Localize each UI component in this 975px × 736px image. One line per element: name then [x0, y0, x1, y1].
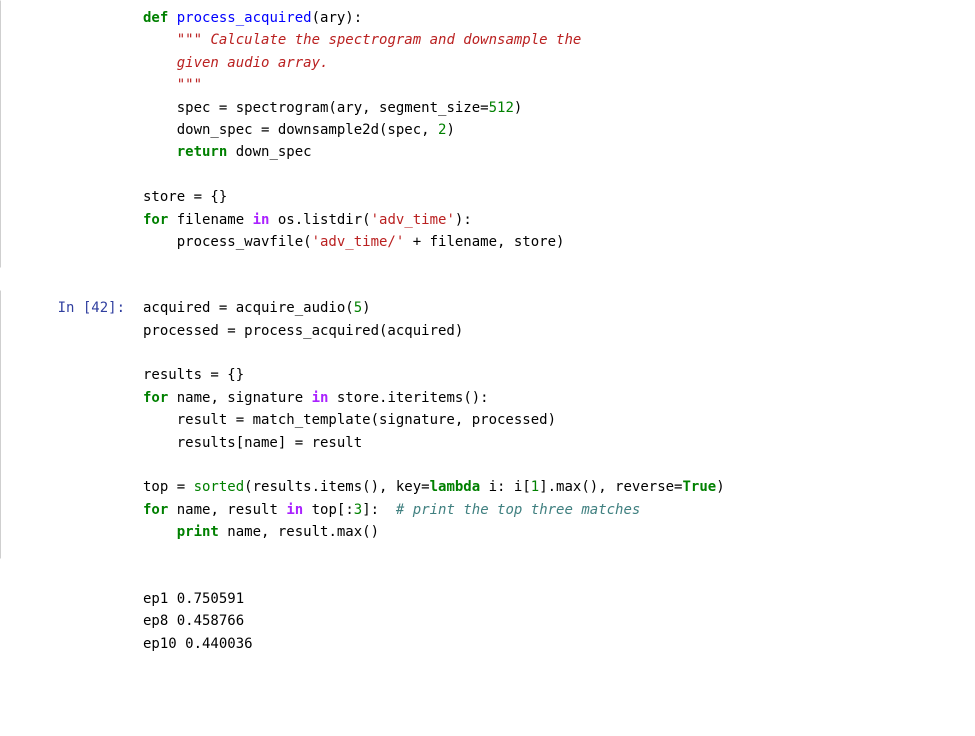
for-rest2: store.iteritems(): — [328, 390, 488, 406]
func-params: (ary): — [312, 10, 363, 26]
keyword-in: in — [312, 390, 329, 406]
store-line: store = {} — [143, 189, 227, 205]
output-text: ep1 0.750591 ep8 0.458766 ep10 0.440036 — [143, 566, 964, 656]
docstring-line2: given audio array. — [177, 55, 329, 71]
keyword-for: for — [143, 390, 168, 406]
keyword-for2: for — [143, 502, 168, 518]
body2: results[name] = result — [143, 435, 362, 451]
close-paren: ) — [514, 100, 522, 116]
string-advtime: 'adv_time' — [371, 212, 455, 228]
keyword-in2: in — [286, 502, 303, 518]
print-rest: name, result.max() — [219, 524, 379, 540]
code-body-2[interactable]: acquired = acquire_audio(5) processed = … — [133, 291, 974, 557]
call-prefix: process_wavfile( — [143, 234, 312, 250]
num-1: 1 — [531, 479, 539, 495]
keyword-return: return — [177, 144, 228, 160]
close-paren2: ) — [446, 122, 454, 138]
keyword-def: def — [143, 10, 168, 26]
builtin-sorted: sorted — [194, 479, 245, 495]
code-content-2[interactable]: acquired = acquire_audio(5) processed = … — [143, 297, 964, 543]
docstring-line1: Calculate the spectrogram and downsample… — [210, 32, 581, 48]
docstring-close: """ — [177, 77, 202, 93]
num-3: 3 — [354, 502, 362, 518]
notebook: def process_acquired(ary): """ Calculate… — [0, 0, 975, 670]
prompt-text: In [42]: — [58, 300, 125, 316]
num-5: 5 — [354, 300, 362, 316]
output-body-2: ep1 0.750591 ep8 0.458766 ep10 0.440036 — [133, 560, 974, 670]
docstring-open: """ — [177, 32, 211, 48]
input-prompt-1 — [1, 1, 133, 267]
input-prompt-2: In [42]: — [1, 291, 133, 557]
func-name: process_acquired — [177, 10, 312, 26]
keyword-print: print — [177, 524, 219, 540]
call-rest: + filename, store) — [404, 234, 564, 250]
line-down: down_spec = downsample2d(spec, — [177, 122, 438, 138]
return-val: down_spec — [227, 144, 311, 160]
output-prompt-2 — [1, 560, 133, 670]
results-line: results = {} — [143, 367, 244, 383]
for2-rest2: top[: — [303, 502, 354, 518]
for2-rest3: ]: — [362, 502, 396, 518]
keyword-lambda: lambda — [430, 479, 481, 495]
acq-line: acquired = acquire_audio( — [143, 300, 354, 316]
lambda-rest: ].max(), reverse= — [539, 479, 682, 495]
code-content-1[interactable]: def process_acquired(ary): """ Calculate… — [143, 7, 964, 253]
for-rest1: name, signature — [168, 390, 311, 406]
close-paren: ) — [362, 300, 370, 316]
proc-line: processed = process_acquired(acquired) — [143, 323, 463, 339]
comment-top3: # print the top three matches — [396, 502, 640, 518]
body1: result = match_template(signature, proce… — [143, 412, 556, 428]
code-cell-2[interactable]: In [42]: acquired = acquire_audio(5) pro… — [0, 290, 975, 558]
top-assign: top = — [143, 479, 194, 495]
close-paren2: ) — [716, 479, 724, 495]
keyword-true: True — [682, 479, 716, 495]
for-rest1: filename — [168, 212, 252, 228]
for-rest2: os.listdir( — [269, 212, 370, 228]
code-body-1[interactable]: def process_acquired(ary): """ Calculate… — [133, 1, 974, 267]
keyword-for: for — [143, 212, 168, 228]
keyword-in: in — [253, 212, 270, 228]
for2-rest1: name, result — [168, 502, 286, 518]
string-advtime2: 'adv_time/' — [312, 234, 405, 250]
sorted-args: (results.items(), key= — [244, 479, 429, 495]
lambda-body: i: i[ — [480, 479, 531, 495]
line-spec: spec = spectrogram(ary, segment_size= — [177, 100, 489, 116]
for-close: ): — [455, 212, 472, 228]
code-cell-1[interactable]: def process_acquired(ary): """ Calculate… — [0, 0, 975, 268]
num-512: 512 — [489, 100, 514, 116]
output-cell-2: ep1 0.750591 ep8 0.458766 ep10 0.440036 — [0, 559, 975, 671]
